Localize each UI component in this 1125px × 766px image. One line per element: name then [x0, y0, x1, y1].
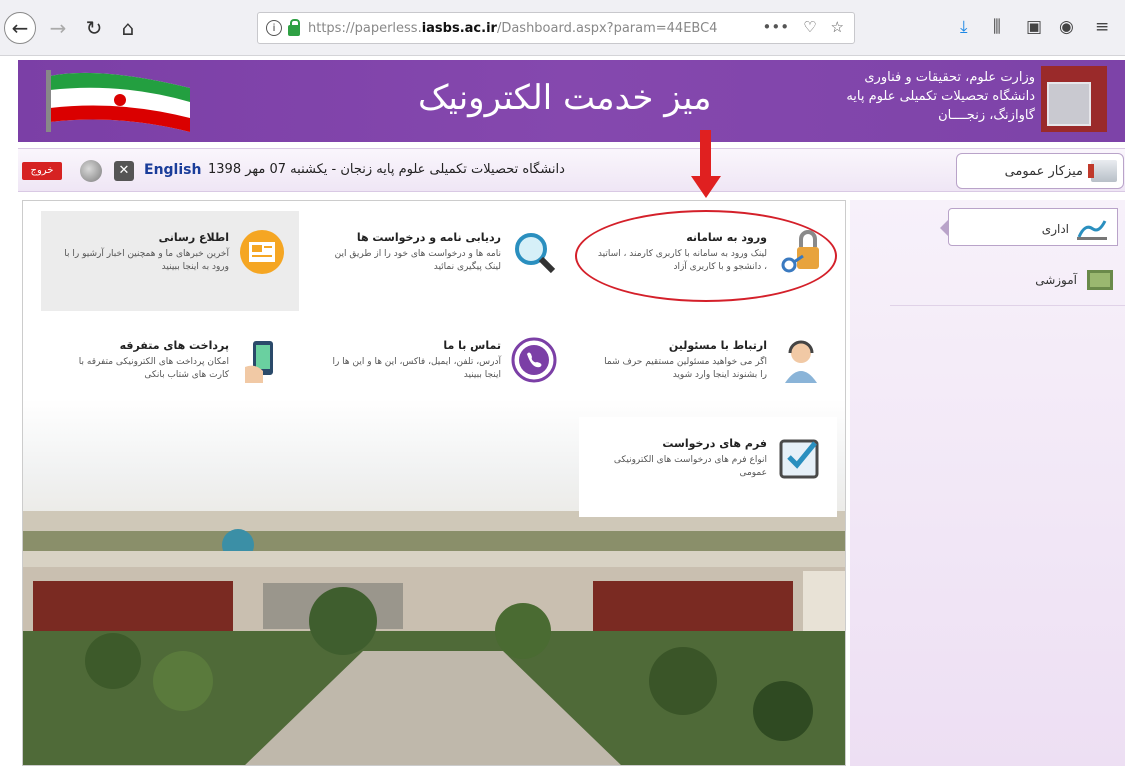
tile-contact-us[interactable]: تماس با ما آدرس، تلفن، ایمیل، فاکس، این …	[313, 319, 571, 419]
lock-icon	[288, 18, 300, 36]
tile-title: ارتباط با مسئولین	[668, 339, 767, 352]
magnifier-icon	[515, 233, 556, 274]
sidebar-item-label: آموزشی	[1035, 273, 1077, 287]
annotation-arrow-head	[691, 176, 721, 198]
close-icon[interactable]: ✕	[114, 161, 134, 181]
tile-contact-officials[interactable]: ارتباط با مسئولین اگر می خواهید مسئولین …	[579, 319, 837, 419]
header-banner: میز خدمت الکترونیک وزارت علوم، تحقیقات و…	[18, 60, 1125, 142]
address-bar[interactable]: i https://paperless. iasbs.ac.ir/Dashboar…	[257, 12, 855, 44]
annotation-highlight	[575, 210, 837, 302]
org-ministry: وزارت علوم، تحقیقات و فناوری	[864, 70, 1035, 85]
url-prefix: https://paperless.	[308, 20, 422, 36]
tile-description: اگر می خواهید مسئولین مستقیم حرف شما را …	[604, 357, 767, 380]
iran-flag-icon	[46, 70, 190, 132]
tile-description: نامه ها و درخواست های خود را از طریق این…	[334, 249, 501, 272]
reload-icon[interactable]: ↻	[80, 14, 108, 42]
bookmark-star-icon[interactable]: ☆	[831, 18, 844, 36]
exit-button[interactable]: خروج	[22, 162, 62, 180]
english-link[interactable]: English	[144, 162, 201, 178]
download-icon[interactable]: ⤓	[960, 17, 968, 37]
tile-misc-payments[interactable]: پرداخت های متفرقه امکان پرداخت های الکتر…	[41, 319, 299, 419]
sidebar-icon[interactable]: ▣	[1026, 17, 1042, 37]
dashboard-icon	[1088, 160, 1117, 182]
org-university: دانشگاه تحصیلات تکمیلی علوم پایه	[846, 89, 1035, 104]
university-logo	[1041, 66, 1107, 132]
forward-arrow-icon[interactable]: →	[44, 14, 72, 42]
tile-announcements[interactable]: اطلاع رسانی آخرین خبرهای ما و همچنین اخب…	[41, 211, 299, 311]
url-host: iasbs.ac.ir	[421, 20, 497, 36]
tile-track-letters[interactable]: ردیابی نامه و درخواست ها نامه ها و درخوا…	[313, 211, 571, 311]
tile-description: انواع فرم های درخواست های الکترونیکی عمو…	[613, 455, 767, 478]
organization-name: وزارت علوم، تحقیقات و فناوری دانشگاه تحص…	[846, 68, 1035, 125]
tile-description: آخرین خبرهای ما و همچنین اخبار آرشیو را …	[64, 249, 229, 272]
mobile-payment-icon	[245, 341, 273, 383]
tile-title: اطلاع رسانی	[158, 231, 229, 244]
dashboard-label: میزکار عمومی	[1004, 164, 1083, 179]
home-icon[interactable]: ⌂	[114, 14, 142, 42]
support-person-icon	[785, 340, 817, 383]
phone-icon	[511, 337, 557, 383]
info-icon[interactable]: i	[266, 20, 282, 36]
campus-photo	[23, 511, 845, 765]
dashboard-tab[interactable]: میزکار عمومی	[956, 153, 1124, 189]
tile-request-forms[interactable]: فرم های درخواست انواع فرم های درخواست ها…	[579, 417, 837, 517]
annotation-arrow	[700, 130, 711, 178]
page-actions-icon[interactable]: •••	[763, 18, 790, 36]
tile-title: تماس با ما	[443, 339, 501, 352]
form-checkbox-icon	[779, 439, 819, 479]
sidebar-item-label: اداری	[1041, 222, 1069, 236]
sidebar: اداری آموزشی	[850, 200, 1125, 766]
pocket-icon[interactable]: ♡	[803, 18, 816, 36]
admin-icon	[1077, 220, 1107, 240]
education-icon	[1087, 270, 1113, 290]
newspaper-icon	[240, 230, 284, 274]
menu-icon[interactable]: ≡	[1095, 17, 1109, 37]
browser-toolbar: ← → ↻ ⌂ i https://paperless. iasbs.ac.ir /…	[0, 0, 1125, 56]
refresh-icon[interactable]	[80, 160, 102, 182]
page-title: میز خدمت الکترونیک	[418, 78, 712, 118]
info-bar: خروج ✕ English دانشگاه تحصیلات تکمیلی عل…	[18, 148, 1125, 192]
sidebar-item-administrative[interactable]: اداری	[948, 208, 1118, 246]
tile-description: امکان پرداخت های الکترونیکی متفرقه با کا…	[78, 357, 229, 380]
url-path: /Dashboard.aspx?param=44EBC4	[496, 20, 718, 36]
tile-title: فرم های درخواست	[662, 437, 767, 450]
sidebar-item-education[interactable]: آموزشی	[890, 260, 1125, 306]
tile-title: پرداخت های متفرقه	[119, 339, 229, 352]
date-text: دانشگاه تحصیلات تکمیلی علوم پایه زنجان -…	[208, 162, 565, 177]
org-location: گاوازنگ، زنجــــان	[938, 108, 1035, 123]
account-icon[interactable]: ◉	[1059, 17, 1074, 37]
library-icon[interactable]: ⫼	[993, 17, 1001, 37]
tile-description: آدرس، تلفن، ایمیل، فاکس، این ها و این ها…	[332, 357, 501, 380]
tile-title: ردیابی نامه و درخواست ها	[356, 231, 501, 244]
back-arrow-icon[interactable]: ←	[4, 12, 36, 44]
